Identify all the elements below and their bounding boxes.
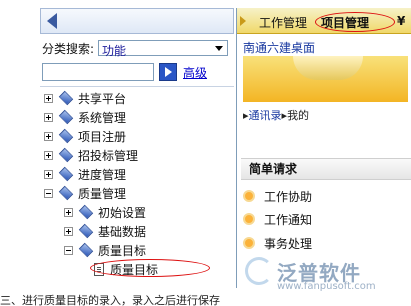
simple-item-affairs[interactable]: 事务处理 <box>243 234 312 252</box>
collapse-minus-icon[interactable] <box>64 245 73 255</box>
folder-icon <box>58 166 74 182</box>
tree-node-shared-platform[interactable]: 共享平台 <box>44 89 126 107</box>
folder-icon <box>58 185 74 201</box>
tree-node-label: 进度管理 <box>78 167 127 182</box>
folder-icon <box>58 147 74 163</box>
folder-icon <box>78 204 94 220</box>
tree-node-label: 基础数据 <box>98 224 147 239</box>
tab-more[interactable]: ¥ <box>397 14 405 28</box>
search-label: 分类搜索: <box>42 41 95 56</box>
tree-node-progress-management[interactable]: 进度管理 <box>44 165 126 183</box>
my-link[interactable]: 我的 <box>287 109 309 122</box>
folder-icon <box>78 223 94 239</box>
collapse-minus-icon[interactable] <box>44 188 53 198</box>
expand-plus-icon[interactable] <box>64 226 73 236</box>
expand-plus-icon[interactable] <box>44 93 53 103</box>
divider <box>40 86 234 87</box>
simple-request-title: 简单请求 <box>241 158 411 180</box>
category-search-row: 分类搜索: 功能 <box>42 39 228 58</box>
bullet-icon <box>243 213 255 225</box>
watermark-url: www.fanpusoft.com <box>277 281 376 292</box>
back-arrow-icon[interactable] <box>47 13 57 29</box>
simple-item-label: 事务处理 <box>264 236 313 251</box>
tree-node-label: 质量管理 <box>78 186 127 201</box>
tree-node-label: 共享平台 <box>78 91 127 106</box>
top-tab-bar: 工作管理 项目管理 ¥ <box>237 8 411 34</box>
tree-node-label: 招投标管理 <box>78 148 139 163</box>
folder-icon <box>58 128 74 144</box>
tab-arrow-icon <box>240 16 246 26</box>
expand-plus-icon[interactable] <box>44 112 53 122</box>
contacts-link[interactable]: 通讯录 <box>249 109 282 122</box>
caption: 三、进行质量目标的录入，录入之后进行保存 <box>0 294 220 306</box>
bullet-icon <box>243 190 255 202</box>
tree-node-base-data[interactable]: 基础数据 <box>64 222 146 240</box>
tree-node-system-management[interactable]: 系统管理 <box>44 108 126 126</box>
tree-node-bidding-management[interactable]: 招投标管理 <box>44 146 138 164</box>
folder-icon <box>78 242 94 258</box>
expand-plus-icon[interactable] <box>64 207 73 217</box>
left-toolbar <box>40 8 234 34</box>
tree-node-label: 初始设置 <box>98 205 147 220</box>
search-go-button[interactable] <box>159 63 177 81</box>
tree-node-label: 系统管理 <box>78 110 127 125</box>
right-panel: 工作管理 项目管理 ¥ 南通六建桌面 ▸通讯录▸我的 简单请求 工作协助 工作通… <box>236 8 411 288</box>
desktop-title[interactable]: 南通六建桌面 <box>243 39 315 56</box>
left-panel: 分类搜索: 功能 高级 共享平台 系统管理 项目注册 招投标管理 进度管理 质量… <box>40 8 234 288</box>
tree-node-initial-settings[interactable]: 初始设置 <box>64 203 146 221</box>
advanced-search-link[interactable]: 高级 <box>183 64 207 81</box>
simple-item-label: 工作通知 <box>264 212 313 227</box>
watermark: 泛普软件 www.fanpusoft.com <box>245 255 410 292</box>
simple-item-work-notice[interactable]: 工作通知 <box>243 210 312 228</box>
folder-icon <box>58 90 74 106</box>
keyword-input[interactable] <box>42 63 154 81</box>
annotation-ring <box>315 12 395 32</box>
expand-plus-icon[interactable] <box>44 169 53 179</box>
bullet-icon <box>243 237 255 249</box>
simple-item-work-assist[interactable]: 工作协助 <box>243 187 312 205</box>
category-value: 功能 <box>102 44 127 58</box>
tree-node-label: 质量目标 <box>98 243 147 258</box>
tree-node-project-registration[interactable]: 项目注册 <box>44 127 126 145</box>
folder-icon <box>58 109 74 125</box>
tree-node-quality-management[interactable]: 质量管理 <box>44 184 126 202</box>
tab-work-management[interactable]: 工作管理 <box>259 14 307 31</box>
tree-node-label: 项目注册 <box>78 129 127 144</box>
annotation-ring <box>90 259 210 277</box>
category-select[interactable]: 功能 <box>98 40 228 58</box>
brand-logo-icon <box>245 257 273 285</box>
keyword-row: 高级 <box>42 61 207 83</box>
chevron-down-icon[interactable] <box>215 46 223 51</box>
tree-node-quality-target-folder[interactable]: 质量目标 <box>64 241 146 259</box>
contacts-bar: ▸通讯录▸我的 <box>243 107 309 123</box>
expand-plus-icon[interactable] <box>44 131 53 141</box>
expand-plus-icon[interactable] <box>44 150 53 160</box>
simple-item-label: 工作协助 <box>264 189 313 204</box>
